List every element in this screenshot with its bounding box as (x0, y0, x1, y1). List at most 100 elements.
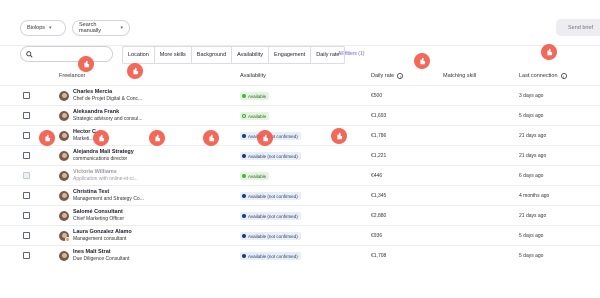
row-checkbox[interactable] (23, 252, 30, 259)
daily-rate-value: €500 (371, 93, 383, 99)
freelancer-title: Chief Marketing Officer (73, 216, 125, 222)
row-checkbox[interactable] (23, 232, 30, 239)
freelancer-name[interactable]: Charles Mercia (73, 89, 112, 95)
info-icon[interactable]: i (397, 73, 404, 79)
header-freelancer: Freelancer (59, 73, 86, 79)
hand-pointer-icon (93, 130, 109, 146)
hand-pointer-icon (203, 130, 219, 146)
last-connection-value: 5 days ago (519, 253, 544, 259)
status-dot-icon (242, 94, 246, 98)
table-row[interactable]: Ines Malt Strat Due Diligence Consultant… (0, 245, 600, 265)
filter-location-button[interactable]: Location (123, 47, 155, 63)
status-dot-icon (242, 254, 246, 258)
freelancer-name[interactable]: Salomé Consultant (73, 209, 123, 215)
status-dot-icon (242, 154, 246, 158)
table-row[interactable]: Hector C... Marketi... Available (not co… (0, 125, 600, 145)
filter-button-group: Location More skills Background Availabi… (122, 46, 346, 64)
hand-pointer-icon (149, 130, 165, 146)
table-row[interactable]: Laura Gonzalez Alamo Management consulta… (0, 225, 600, 245)
table-row[interactable]: Christina Test Management and Strategy C… (0, 185, 600, 205)
avatar (59, 211, 69, 221)
daily-rate-value: €2,880 (371, 213, 387, 219)
last-connection-value: 21 days ago (519, 213, 547, 219)
last-connection-value: 4 months ago (519, 193, 550, 199)
hand-pointer-icon (127, 63, 143, 79)
freelancer-title: Strategic advisory and consul... (73, 116, 143, 122)
search-mode-dropdown[interactable]: Search manually ▾ (72, 20, 130, 36)
filter-background-button[interactable]: Background (192, 47, 233, 63)
freelancer-name[interactable]: Alejandra Mali Strategy (73, 149, 134, 155)
status-dot-icon (242, 134, 246, 138)
row-checkbox[interactable] (23, 172, 30, 179)
availability-label: Available (not confirmed) (248, 233, 298, 239)
freelancer-title: Management and Strategy Co... (73, 196, 144, 202)
top-toolbar: Biolops ▾ Search manually ▾ Send brief (0, 0, 600, 46)
header-last-connection: Last connection i (519, 73, 567, 79)
hand-pointer-icon (39, 130, 55, 146)
avatar (59, 91, 69, 101)
row-checkbox[interactable] (23, 192, 30, 199)
status-dot-icon (242, 234, 246, 238)
availability-badge: Available (not confirmed) (240, 252, 301, 260)
row-checkbox[interactable] (23, 92, 30, 99)
freelancer-title: Due Diligence Consultant (73, 256, 130, 262)
freelancer-name[interactable]: Victoria Williams (73, 169, 117, 175)
filter-availability-button[interactable]: Availability (232, 47, 270, 63)
chevron-down-icon: ▾ (49, 25, 52, 31)
header-availability: Availability (240, 73, 266, 79)
search-input[interactable] (20, 46, 113, 62)
row-checkbox[interactable] (23, 112, 30, 119)
avatar (59, 251, 69, 261)
table-header: Freelancer Availability Daily rate i Mat… (0, 70, 600, 84)
filter-bar: Location More skills Background Availabi… (20, 46, 600, 64)
row-checkbox[interactable] (23, 132, 30, 139)
avatar (59, 171, 69, 181)
freelancer-name[interactable]: Laura Gonzalez Alamo (73, 229, 132, 235)
daily-rate-value: €1,345 (371, 193, 387, 199)
table-row[interactable]: Victoria Williams Application with onlin… (0, 165, 600, 185)
table-row[interactable]: Salomé Consultant Chief Marketing Office… (0, 205, 600, 225)
header-matching-skill: Matching skill (443, 73, 477, 79)
daily-rate-value: €446 (371, 173, 383, 179)
send-brief-button[interactable]: Send brief (556, 19, 600, 36)
freelancer-name[interactable]: Ines Malt Strat (73, 249, 111, 255)
availability-badge: Available (not confirmed) (240, 212, 301, 220)
all-filters-link[interactable]: All filters (1) (338, 51, 364, 57)
freelancer-title: communications director (73, 156, 128, 162)
availability-label: Available (not confirmed) (248, 213, 298, 219)
freelancer-name[interactable]: Christina Test (73, 189, 109, 195)
avatar (59, 131, 69, 141)
availability-badge: Available (not confirmed) (240, 192, 301, 200)
last-connection-value: 5 days ago (519, 113, 544, 119)
avatar (59, 151, 69, 161)
table-row[interactable]: Aleksandra Frank Strategic advisory and … (0, 105, 600, 125)
row-checkbox[interactable] (23, 212, 30, 219)
chevron-down-icon: ▾ (120, 25, 123, 31)
project-dropdown[interactable]: Biolops ▾ (20, 20, 66, 36)
info-icon[interactable]: i (560, 73, 567, 79)
status-dot-icon (242, 114, 246, 118)
row-checkbox[interactable] (23, 152, 30, 159)
hand-pointer-icon (541, 44, 557, 60)
freelancer-name[interactable]: Aleksandra Frank (73, 109, 119, 115)
availability-label: Available (248, 113, 267, 119)
hand-pointer-icon (331, 128, 347, 144)
search-mode-label: Search manually (79, 22, 102, 34)
status-dot-icon (242, 174, 246, 178)
status-dot-icon (242, 194, 246, 198)
filter-more-skills-button[interactable]: More skills (155, 47, 192, 63)
last-connection-value: 6 days ago (519, 173, 544, 179)
hand-pointer-icon (78, 56, 94, 72)
freelancer-title: Application with online-et-ci... (73, 176, 138, 182)
daily-rate-value: €1,786 (371, 133, 387, 139)
header-daily-rate: Daily rate i (371, 73, 404, 79)
filter-engagement-button[interactable]: Engagement (269, 47, 312, 63)
status-dot-icon (242, 214, 246, 218)
availability-label: Available (248, 93, 267, 99)
table-row[interactable]: Charles Mercia Chef de Projet Digital & … (0, 85, 600, 105)
avatar-badge-icon (65, 237, 70, 242)
availability-badge: Available (240, 92, 270, 100)
hand-pointer-icon (257, 130, 273, 146)
table-row[interactable]: Alejandra Mali Strategy communications d… (0, 145, 600, 165)
daily-rate-value: €1,221 (371, 153, 387, 159)
